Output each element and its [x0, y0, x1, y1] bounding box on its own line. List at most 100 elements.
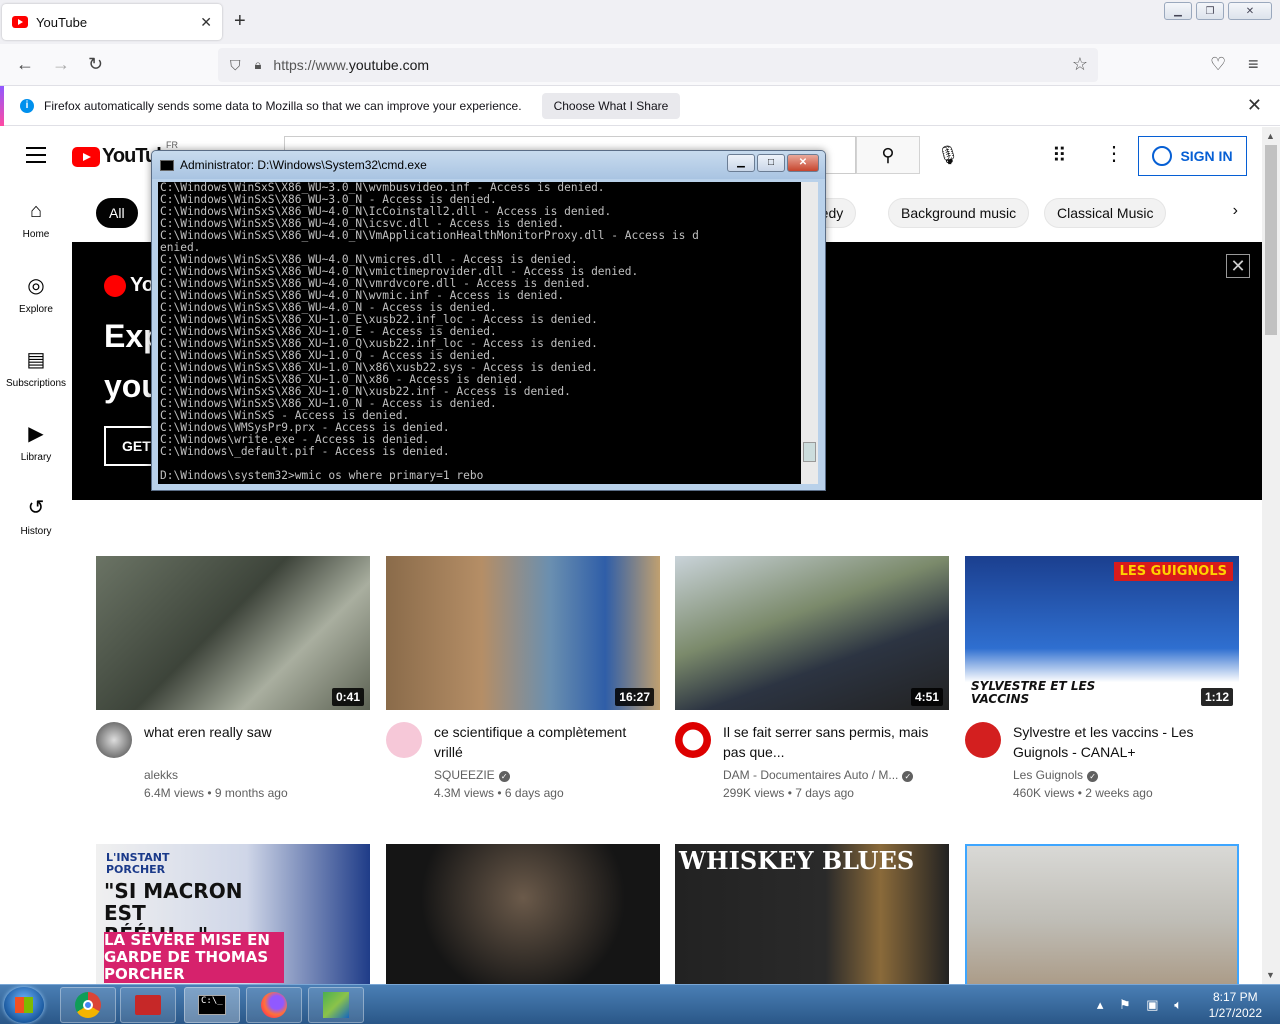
- sidebar-item-home[interactable]: ⌂ Home: [0, 183, 72, 257]
- start-button[interactable]: [4, 987, 44, 1023]
- tab-title: YouTube: [36, 14, 88, 30]
- video-thumbnail[interactable]: 4:51: [675, 556, 949, 710]
- scroll-down-icon[interactable]: ▼: [1266, 970, 1275, 980]
- cmd-line: C:\Windows\_default.pif - Access is deni…: [160, 445, 450, 458]
- chip-classical-music[interactable]: Classical Music: [1044, 198, 1167, 228]
- video-thumbnail[interactable]: [386, 844, 660, 984]
- video-card[interactable]: [965, 844, 1239, 984]
- taskbar-app[interactable]: [308, 987, 364, 1023]
- sidebar-item-subscriptions[interactable]: ▤ Subscriptions: [0, 331, 72, 405]
- history-icon: ↺: [27, 497, 45, 519]
- cmd-icon: C:\_: [198, 995, 226, 1015]
- video-title[interactable]: Sylvestre et les vaccins - Les Guignols …: [1013, 722, 1233, 762]
- video-card[interactable]: 4:51 Il se fait serrer sans permis, mais…: [675, 556, 949, 810]
- voice-search-button[interactable]: 🎙︎: [932, 139, 964, 171]
- chip-background-music[interactable]: Background music: [888, 198, 1030, 228]
- cmd-title-text: Administrator: D:\Windows\System32\cmd.e…: [180, 158, 427, 172]
- reload-icon[interactable]: ↻: [88, 54, 103, 75]
- video-card[interactable]: 0:41 what eren really saw alekks 6.4M vi…: [96, 556, 370, 810]
- sidebar-item-history[interactable]: ↺ History: [0, 479, 72, 553]
- info-icon: i: [20, 98, 34, 113]
- notification-text: Firefox automatically sends some data to…: [44, 98, 522, 113]
- close-notification-icon[interactable]: ✕: [1247, 95, 1262, 116]
- back-icon[interactable]: ←: [16, 54, 34, 75]
- chevron-right-icon[interactable]: ›: [1233, 202, 1238, 220]
- video-title[interactable]: Il se fait serrer sans permis, mais pas …: [723, 722, 943, 762]
- cmd-line: D:\Windows\system32>wmic os where primar…: [160, 469, 484, 482]
- video-title[interactable]: what eren really saw: [144, 722, 364, 742]
- search-button[interactable]: ⚲: [856, 136, 920, 174]
- video-card[interactable]: LES GUIGNOLS SYLVESTRE ET LES VACCINS 1:…: [965, 556, 1239, 810]
- channel-name[interactable]: DAM - Documentaires Auto / M... ✓: [723, 768, 914, 782]
- clock[interactable]: 8:17 PM 1/27/2022: [1209, 989, 1262, 1021]
- channel-name[interactable]: alekks: [144, 768, 178, 782]
- cmd-titlebar[interactable]: Administrator: D:\Windows\System32\cmd.e…: [152, 151, 825, 179]
- cmd-app-icon: [160, 159, 174, 171]
- restore-button[interactable]: ❐: [1196, 2, 1224, 20]
- minimize-button[interactable]: ▁: [1164, 2, 1192, 20]
- taskbar-cmd[interactable]: C:\_: [184, 987, 240, 1023]
- verified-badge-icon: ✓: [1087, 771, 1099, 782]
- tab-youtube[interactable]: YouTube ✕: [2, 4, 222, 40]
- view-count: 4.3M views: [434, 786, 495, 800]
- banner-close-icon[interactable]: ✕: [1226, 254, 1250, 278]
- video-thumbnail[interactable]: 0:41: [96, 556, 370, 710]
- bookmark-star-icon[interactable]: ☆: [1072, 54, 1088, 75]
- menu-icon[interactable]: ≡: [1248, 54, 1259, 75]
- channel-avatar[interactable]: [675, 722, 711, 758]
- thumbnail-title-text: WHISKEY BLUES: [679, 846, 915, 875]
- close-window-button[interactable]: ✕: [1228, 2, 1272, 20]
- clock-time: 8:17 PM: [1212, 990, 1258, 1004]
- video-card[interactable]: 16:27 ce scientifique a complètement vri…: [386, 556, 660, 810]
- sign-in-label: SIGN IN: [1180, 148, 1233, 164]
- navigation-toolbar: ← → ↻ ⛉ 🔒︎ https://www. youtube.com ☆ ♡ ≡: [0, 44, 1280, 86]
- video-card[interactable]: [386, 844, 660, 984]
- page-scrollbar[interactable]: ▲ ▼: [1262, 127, 1280, 984]
- clock-date: 1/27/2022: [1208, 1006, 1262, 1020]
- chip-all[interactable]: All: [96, 198, 138, 228]
- cmd-maximize-button[interactable]: □: [757, 154, 785, 172]
- video-duration: 1:12: [1200, 688, 1233, 706]
- video-thumbnail[interactable]: 16:27: [386, 556, 660, 710]
- video-thumbnail[interactable]: [965, 844, 1239, 984]
- sidebar-item-label: Explore: [19, 304, 53, 315]
- forward-icon[interactable]: →: [52, 54, 70, 75]
- sidebar-item-library[interactable]: ▶ Library: [0, 405, 72, 479]
- taskbar-firefox[interactable]: [246, 987, 302, 1023]
- cmd-scrollbar[interactable]: [801, 182, 818, 484]
- video-title[interactable]: ce scientifique a complètement vrillé: [434, 722, 654, 762]
- taskbar-chrome[interactable]: [60, 987, 116, 1023]
- pocket-icon[interactable]: ♡: [1210, 54, 1226, 75]
- system-tray-icons[interactable]: ▴ ⚑ ▣ 🔈︎: [1097, 997, 1188, 1013]
- video-card[interactable]: WHISKEY BLUES: [675, 844, 949, 984]
- view-count: 6.4M views: [144, 786, 205, 800]
- channel-name[interactable]: Les Guignols ✓: [1013, 768, 1099, 782]
- channel-avatar[interactable]: [965, 722, 1001, 758]
- cmd-close-button[interactable]: ✕: [787, 154, 819, 172]
- video-card[interactable]: L'INSTANT PORCHER "SI MACRON EST RÉÉLU..…: [96, 844, 370, 984]
- close-tab-icon[interactable]: ✕: [200, 14, 212, 31]
- channel-avatar[interactable]: [96, 722, 132, 758]
- lock-icon[interactable]: 🔒︎: [255, 57, 262, 73]
- url-bar[interactable]: ⛉ 🔒︎ https://www. youtube.com ☆: [218, 48, 1098, 82]
- choose-what-i-share-button[interactable]: Choose What I Share: [541, 92, 681, 119]
- guide-menu-icon[interactable]: [26, 147, 46, 168]
- scrollbar-thumb[interactable]: [1265, 145, 1277, 335]
- shield-icon[interactable]: ⛉: [230, 57, 241, 74]
- apps-grid-icon[interactable]: ⠿: [1052, 143, 1067, 168]
- cmd-scrollbar-thumb[interactable]: [803, 442, 816, 462]
- cmd-minimize-button[interactable]: ▁: [727, 154, 755, 172]
- channel-name[interactable]: SQUEEZIE ✓: [434, 768, 510, 782]
- taskbar-toolbox[interactable]: [120, 987, 176, 1023]
- video-thumbnail[interactable]: L'INSTANT PORCHER "SI MACRON EST RÉÉLU..…: [96, 844, 370, 984]
- channel-avatar[interactable]: [386, 722, 422, 758]
- cmd-console-output[interactable]: C:\Windows\WinSxS\X86_WU~3.0_N\wvmbusvid…: [158, 182, 801, 484]
- scroll-up-icon[interactable]: ▲: [1266, 131, 1275, 141]
- more-options-icon[interactable]: ⋮: [1104, 141, 1124, 166]
- sign-in-button[interactable]: SIGN IN: [1138, 136, 1247, 176]
- new-tab-button[interactable]: +: [234, 10, 246, 33]
- video-thumbnail[interactable]: LES GUIGNOLS SYLVESTRE ET LES VACCINS 1:…: [965, 556, 1239, 710]
- chrome-icon: [75, 992, 101, 1018]
- sidebar-item-explore[interactable]: ◎ Explore: [0, 257, 72, 331]
- video-thumbnail[interactable]: WHISKEY BLUES: [675, 844, 949, 984]
